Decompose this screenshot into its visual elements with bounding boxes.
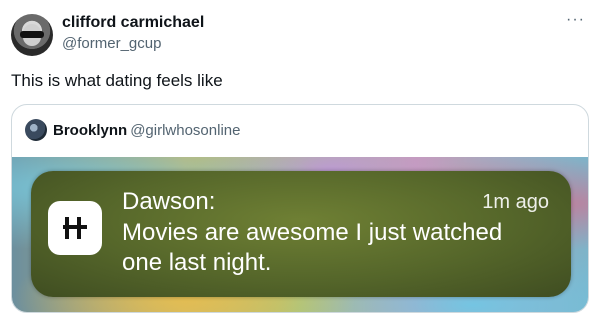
more-options-icon[interactable]: ···	[566, 12, 585, 28]
notification-time: 1m ago	[482, 191, 549, 213]
notification-message: Movies are awesome I just watched one la…	[122, 219, 503, 276]
avatar[interactable]	[11, 14, 53, 56]
avatar-glasses	[20, 31, 44, 38]
quoted-tweet[interactable]: Brooklynn @girlwhosonline Dawson: 1m ago …	[11, 104, 589, 313]
quoted-author[interactable]: Brooklynn @girlwhosonline	[53, 122, 240, 139]
tweet-text: This is what dating feels like	[11, 71, 223, 90]
quoted-media-image[interactable]: Dawson: 1m ago Movies are awesome I just…	[12, 157, 588, 312]
h-logo-icon	[48, 201, 102, 255]
notification-banner: Dawson: 1m ago Movies are awesome I just…	[31, 171, 571, 297]
author-handle[interactable]: @former_gcup	[62, 35, 161, 52]
quoted-author-name: Brooklynn	[53, 122, 128, 139]
quoted-author-handle: @girlwhosonline	[130, 122, 241, 139]
tweet: clifford carmichael @former_gcup ··· Thi…	[0, 0, 599, 319]
notification-sender: Dawson:	[122, 188, 216, 215]
quoted-avatar[interactable]	[25, 119, 47, 141]
author-name[interactable]: clifford carmichael	[62, 14, 204, 32]
